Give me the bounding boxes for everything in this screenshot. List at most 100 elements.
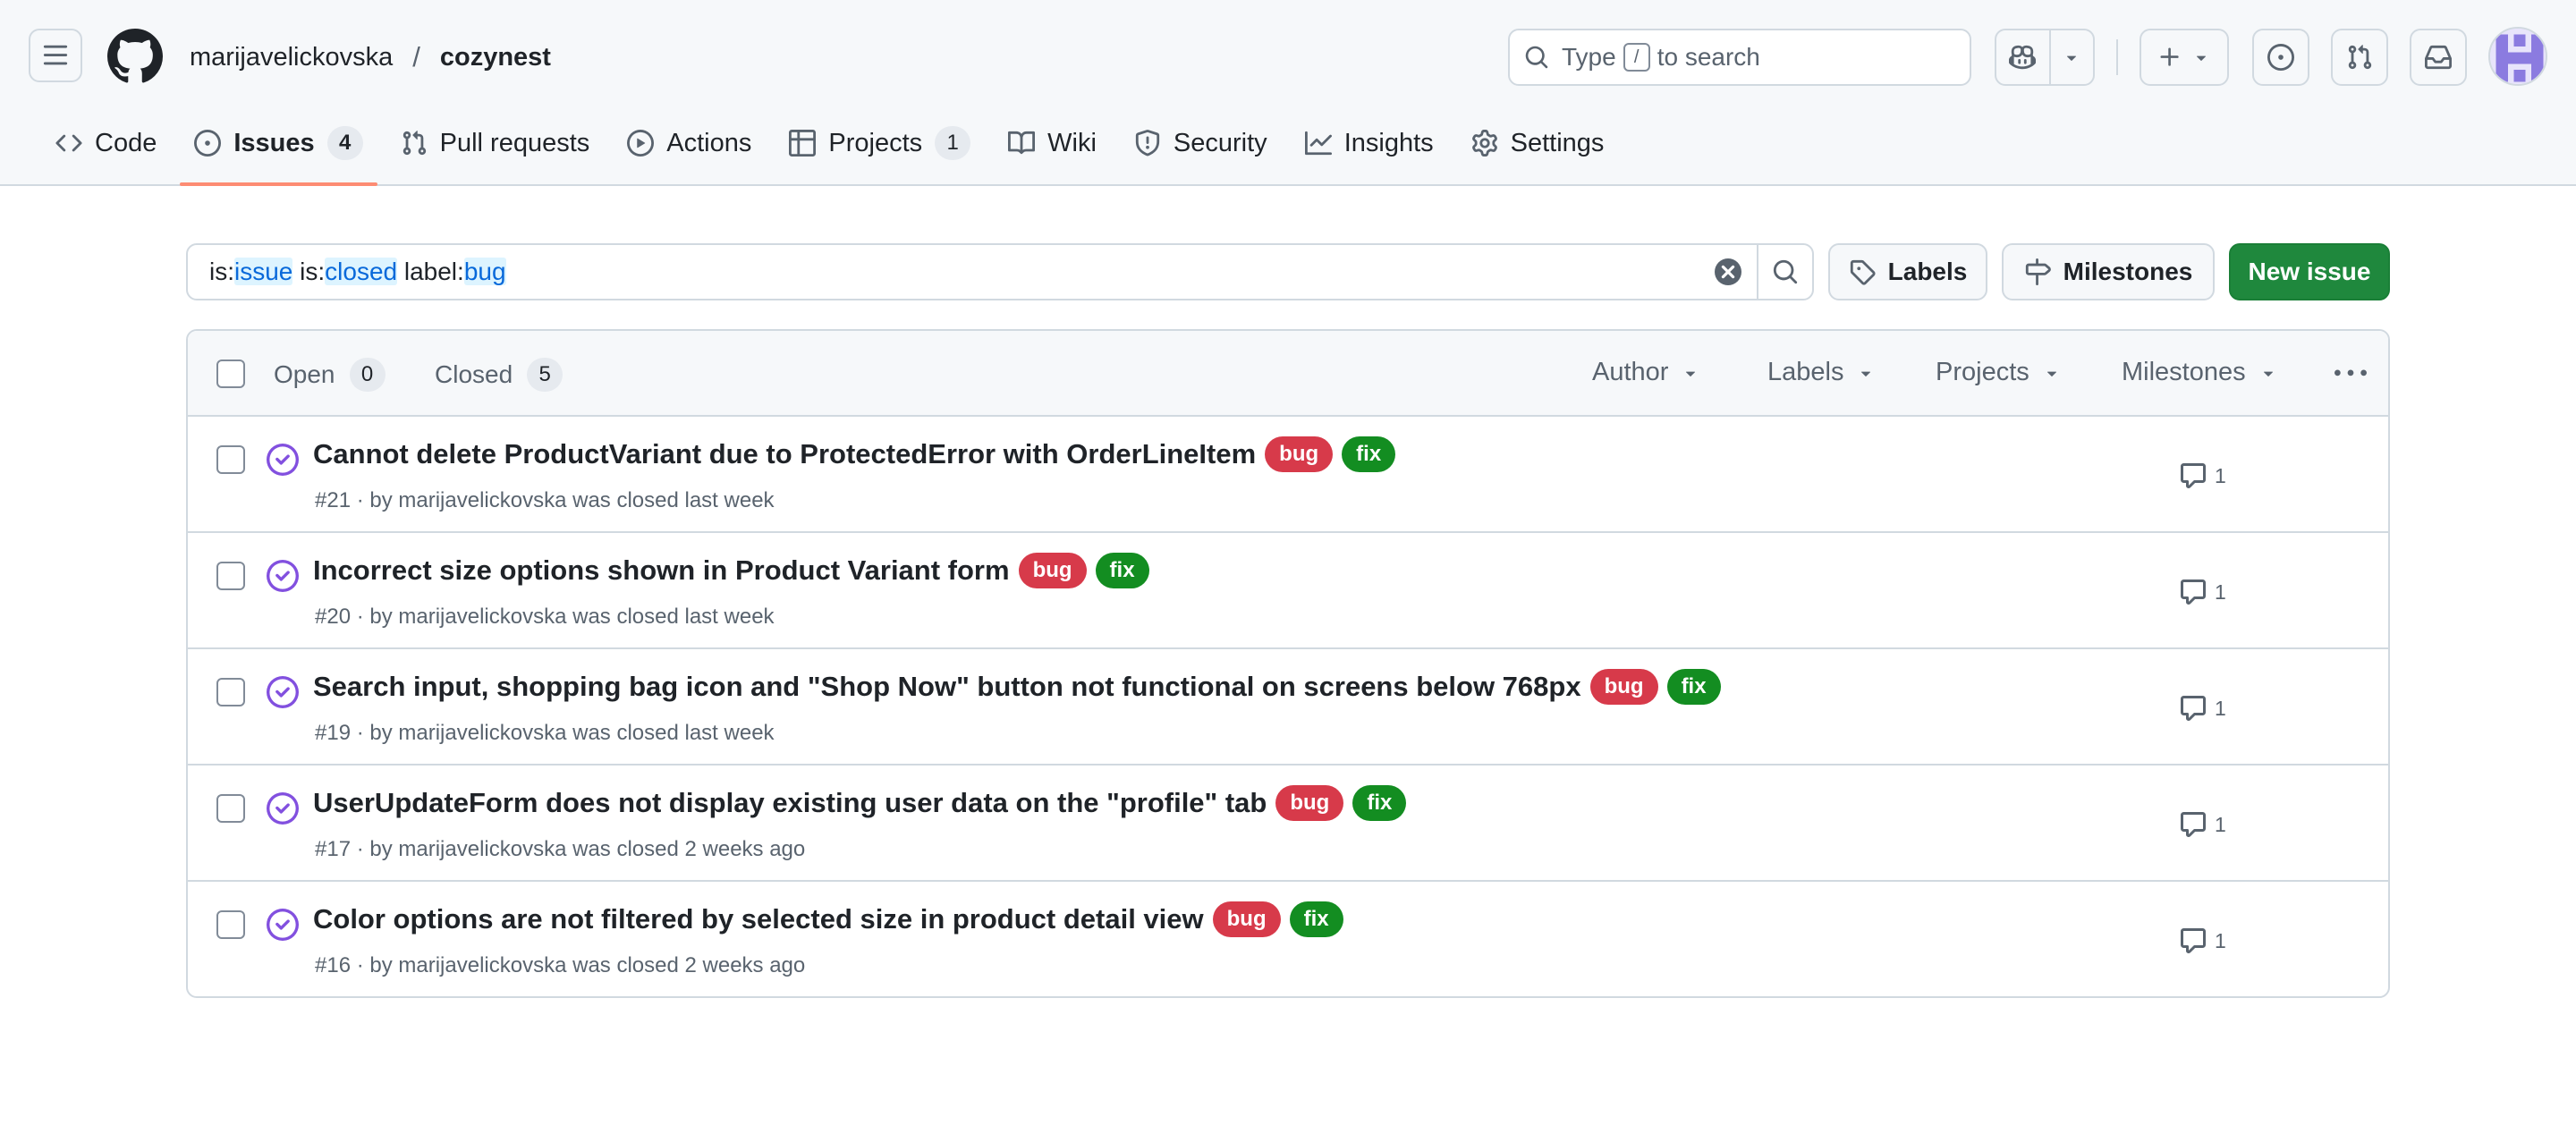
inbox-button[interactable] bbox=[2410, 29, 2467, 86]
label-bug[interactable]: bug bbox=[1212, 901, 1281, 937]
issue-row[interactable]: Cannot delete ProductVariant due to Prot… bbox=[188, 417, 2388, 533]
new-issue-button[interactable]: New issue bbox=[2229, 243, 2390, 300]
comments-link[interactable]: 1 bbox=[2179, 578, 2226, 606]
hamburger-icon bbox=[43, 45, 68, 65]
issue-title-link[interactable]: Incorrect size options shown in Product … bbox=[313, 554, 1010, 587]
comment-icon bbox=[2181, 696, 2206, 721]
triangle-down-icon bbox=[2196, 55, 2207, 61]
comments-link[interactable]: 1 bbox=[2179, 694, 2226, 723]
label-bug[interactable]: bug bbox=[1018, 553, 1087, 588]
issue-title-link[interactable]: Color options are not filtered by select… bbox=[313, 903, 1204, 935]
issue-opened-icon bbox=[194, 130, 222, 156]
label-fix[interactable]: fix bbox=[1342, 436, 1396, 472]
kebab-horizontal-icon bbox=[2334, 369, 2367, 376]
triangle-down-icon bbox=[2067, 55, 2077, 61]
user-avatar[interactable] bbox=[2488, 27, 2547, 86]
comment-count: 1 bbox=[2215, 928, 2226, 952]
app-header: marijavelickovska / cozynest Type / to s… bbox=[0, 0, 2576, 186]
global-search-input[interactable]: Type / to search bbox=[1508, 29, 1971, 86]
tab-closed-issues[interactable]: Closed 5 bbox=[435, 358, 564, 392]
label-bug[interactable]: bug bbox=[1265, 436, 1334, 472]
labels-button[interactable]: Labels bbox=[1828, 243, 1987, 300]
label-bug[interactable]: bug bbox=[1589, 669, 1658, 705]
tab-actions[interactable]: Actions bbox=[613, 116, 766, 170]
search-shortcut-key: / bbox=[1623, 43, 1650, 72]
comment-count: 1 bbox=[2215, 463, 2226, 487]
query-qualifier: is: bbox=[209, 258, 234, 285]
author-filter-dropdown[interactable]: Author bbox=[1592, 358, 1700, 387]
milestones-filter-dropdown[interactable]: Milestones bbox=[2122, 358, 2278, 387]
label-bug[interactable]: bug bbox=[1275, 785, 1344, 821]
issue-checkbox[interactable] bbox=[216, 562, 245, 590]
tab-pull-requests-label: Pull requests bbox=[439, 128, 590, 157]
search-placeholder-prefix: Type bbox=[1562, 43, 1616, 71]
submit-search-button[interactable] bbox=[1757, 245, 1812, 299]
tab-security[interactable]: Security bbox=[1120, 116, 1282, 170]
repo-name-link[interactable]: cozynest bbox=[440, 43, 551, 72]
your-pull-requests-button[interactable] bbox=[2331, 29, 2388, 86]
tab-settings-label: Settings bbox=[1510, 128, 1605, 157]
tab-projects-label: Projects bbox=[828, 128, 923, 157]
closed-count-badge: 5 bbox=[527, 358, 564, 392]
label-fix[interactable]: fix bbox=[1666, 669, 1721, 705]
tab-pull-requests[interactable]: Pull requests bbox=[386, 116, 605, 170]
issue-checkbox[interactable] bbox=[216, 794, 245, 823]
comments-link[interactable]: 1 bbox=[2179, 926, 2226, 955]
issue-row[interactable]: Incorrect size options shown in Product … bbox=[188, 533, 2388, 649]
tab-issues[interactable]: Issues 4 bbox=[180, 116, 377, 186]
tab-code[interactable]: Code bbox=[41, 116, 171, 170]
create-new-button[interactable] bbox=[2140, 29, 2229, 86]
projects-filter-label: Projects bbox=[1936, 358, 2029, 386]
copilot-main[interactable] bbox=[1996, 30, 2051, 84]
menu-button[interactable] bbox=[29, 29, 82, 82]
issue-search-input[interactable]: is:issue is:closed label:bug bbox=[186, 243, 1814, 300]
issue-checkbox[interactable] bbox=[216, 910, 245, 939]
issue-checkbox[interactable] bbox=[216, 678, 245, 706]
comments-link[interactable]: 1 bbox=[2179, 461, 2226, 490]
tab-settings[interactable]: Settings bbox=[1457, 116, 1619, 170]
issue-row[interactable]: Search input, shopping bag icon and "Sho… bbox=[188, 649, 2388, 766]
copilot-button[interactable] bbox=[1995, 29, 2095, 86]
issue-list-header: Open 0 Closed 5 Author Labels Projects M… bbox=[188, 331, 2388, 417]
issue-title-link[interactable]: Cannot delete ProductVariant due to Prot… bbox=[313, 438, 1256, 470]
milestones-button[interactable]: Milestones bbox=[2002, 243, 2215, 300]
issue-closed-icon bbox=[267, 676, 299, 708]
label-fix[interactable]: fix bbox=[1095, 553, 1149, 588]
issue-title-link[interactable]: Search input, shopping bag icon and "Sho… bbox=[313, 671, 1581, 703]
query-value: closed bbox=[325, 258, 398, 285]
comments-link[interactable]: 1 bbox=[2179, 810, 2226, 839]
issue-title-link[interactable]: UserUpdateForm does not display existing… bbox=[313, 787, 1267, 819]
breadcrumb: marijavelickovska / cozynest bbox=[190, 39, 551, 75]
plus-icon bbox=[2160, 47, 2179, 66]
tab-projects[interactable]: Projects 1 bbox=[775, 116, 985, 170]
repo-owner-link[interactable]: marijavelickovska bbox=[190, 43, 393, 72]
book-icon bbox=[1008, 131, 1036, 155]
search-icon bbox=[1525, 46, 1548, 69]
triangle-down-icon bbox=[2046, 371, 2056, 376]
triangle-down-icon bbox=[2263, 371, 2273, 376]
search-query[interactable]: is:issue is:closed label:bug bbox=[188, 258, 1699, 286]
tab-insights[interactable]: Insights bbox=[1291, 116, 1448, 170]
copilot-dropdown[interactable] bbox=[2051, 30, 2093, 84]
tab-open-issues[interactable]: Open 0 bbox=[274, 358, 386, 392]
issue-title-line: Cannot delete ProductVariant due to Prot… bbox=[313, 436, 1396, 472]
projects-filter-dropdown[interactable]: Projects bbox=[1936, 358, 2062, 387]
github-logo-icon[interactable] bbox=[107, 29, 163, 84]
git-pull-request-icon bbox=[2348, 45, 2372, 70]
clear-search-button[interactable] bbox=[1699, 245, 1757, 299]
label-fix[interactable]: fix bbox=[1289, 901, 1343, 937]
issue-row[interactable]: UserUpdateForm does not display existing… bbox=[188, 766, 2388, 882]
author-filter-label: Author bbox=[1592, 358, 1669, 386]
header-divider bbox=[2116, 39, 2118, 75]
label-fix[interactable]: fix bbox=[1352, 785, 1407, 821]
issue-checkbox[interactable] bbox=[216, 445, 245, 474]
issue-meta: #19 · by marijavelickovska was closed la… bbox=[315, 721, 775, 745]
more-options-button[interactable] bbox=[2329, 356, 2372, 392]
comment-count: 1 bbox=[2215, 696, 2226, 720]
select-all-checkbox[interactable] bbox=[216, 360, 245, 388]
tab-wiki[interactable]: Wiki bbox=[994, 116, 1111, 170]
your-issues-button[interactable] bbox=[2252, 29, 2309, 86]
tab-wiki-label: Wiki bbox=[1047, 128, 1097, 157]
issue-row[interactable]: Color options are not filtered by select… bbox=[188, 882, 2388, 996]
labels-filter-dropdown[interactable]: Labels bbox=[1767, 358, 1876, 387]
